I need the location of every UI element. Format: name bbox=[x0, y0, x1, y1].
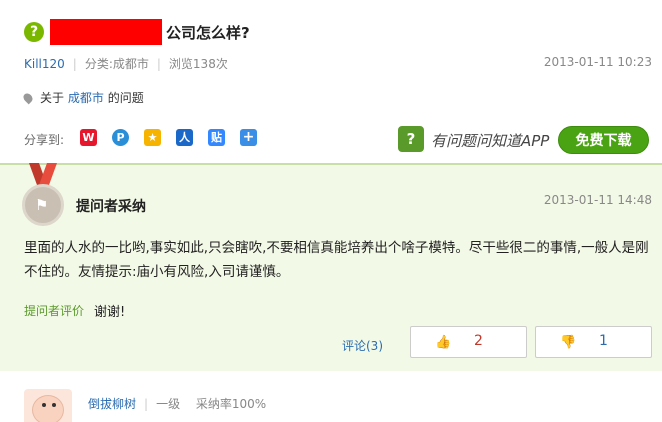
location-pin-icon bbox=[21, 91, 35, 105]
avatar-eye bbox=[52, 403, 56, 407]
avatar-face bbox=[32, 395, 64, 422]
adopted-answer-title: 提问者采纳 bbox=[76, 199, 146, 215]
meta-divider: | bbox=[72, 57, 77, 71]
downvote-button[interactable]: 👎 1 bbox=[535, 326, 652, 358]
comment-link[interactable]: 评论(3) bbox=[342, 337, 383, 354]
asker-evaluation-text: 谢谢! bbox=[94, 305, 126, 320]
free-download-button[interactable]: 免费下载 bbox=[558, 126, 649, 154]
meta-divider: | bbox=[156, 57, 161, 71]
zhidao-app-icon[interactable]: ? bbox=[398, 126, 424, 152]
answer-text: 里面的人水的一比哟,事实如此,只会瞎吹,不要相信真能培养出个啥子模特。尽干些很二… bbox=[24, 240, 649, 280]
share-label: 分享到: bbox=[24, 133, 65, 147]
medal-ribbon-icon bbox=[29, 163, 57, 185]
qq-weibo-icon[interactable]: P bbox=[112, 129, 129, 146]
avatar-eye bbox=[42, 403, 46, 407]
question-time: 2013-01-11 10:23 bbox=[543, 55, 652, 69]
about-prefix: 关于 bbox=[40, 91, 65, 105]
views-count: 浏览138次 bbox=[168, 57, 228, 71]
category-label: 分类:成都市 bbox=[84, 57, 149, 71]
more-share-icon[interactable]: + bbox=[240, 129, 257, 146]
about-line: 关于 成都市 的问题 bbox=[21, 89, 144, 106]
city-link[interactable]: 成都市 bbox=[68, 91, 104, 105]
answerer-name[interactable]: 倒拔柳树 bbox=[88, 397, 136, 411]
answerer-divider: | bbox=[144, 397, 149, 411]
question-meta: Kill120 | 分类:成都市 | 浏览138次 bbox=[24, 55, 228, 72]
question-title: 公司怎么样? bbox=[166, 24, 250, 42]
asker-username[interactable]: Kill120 bbox=[24, 57, 65, 71]
about-suffix: 的问题 bbox=[107, 91, 144, 105]
upvote-count: 2 bbox=[474, 333, 483, 349]
weibo-icon[interactable]: W bbox=[80, 129, 97, 146]
asker-evaluation-label: 提问者评价 bbox=[24, 304, 85, 318]
app-promo-text[interactable]: 有问题问知道APP bbox=[431, 130, 549, 151]
answerer-avatar[interactable] bbox=[24, 389, 72, 422]
answer-time: 2013-01-11 14:48 bbox=[543, 193, 652, 207]
thumbs-down-icon: 👎 bbox=[560, 335, 577, 350]
downvote-count: 1 bbox=[599, 333, 608, 349]
tieba-icon[interactable]: 贴 bbox=[208, 129, 225, 146]
answerer-info: 倒拔柳树 | 一级 采纳率100% bbox=[88, 395, 266, 412]
question-icon: ? bbox=[24, 22, 44, 42]
upvote-button[interactable]: 👍 2 bbox=[410, 326, 527, 358]
redacted-company-name bbox=[50, 19, 162, 45]
flag-icon: ⚑ bbox=[35, 196, 49, 214]
qzone-icon[interactable]: ★ bbox=[144, 129, 161, 146]
answerer-adopt-rate: 采纳率100% bbox=[195, 397, 267, 411]
thumbs-up-icon: 👍 bbox=[435, 335, 452, 350]
answerer-level: 一级 bbox=[156, 397, 181, 411]
renren-icon[interactable]: 人 bbox=[176, 129, 193, 146]
